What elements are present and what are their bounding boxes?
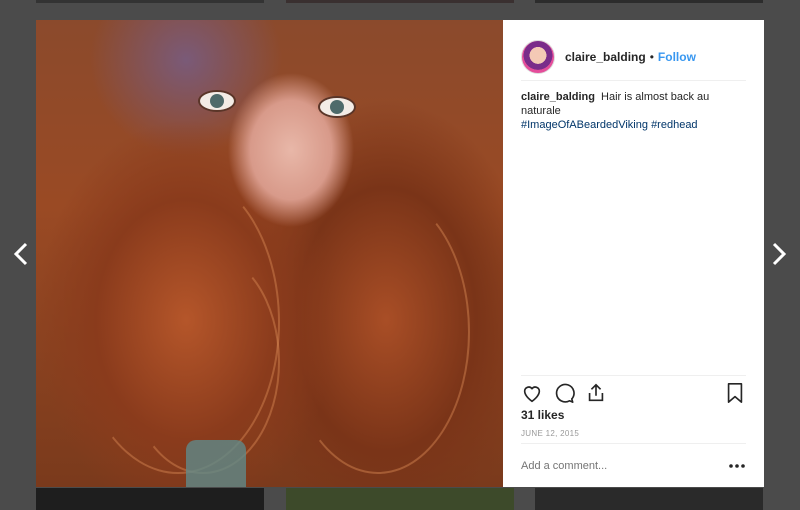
- comment-input[interactable]: [521, 460, 728, 472]
- photo-detail: [318, 96, 356, 118]
- hashtag-link[interactable]: #ImageOfABeardedViking: [521, 119, 648, 131]
- next-post-button[interactable]: [766, 240, 790, 268]
- post-modal: claire_balding • Follow claire_balding H…: [36, 20, 764, 487]
- post-photo[interactable]: [36, 20, 503, 487]
- username-link[interactable]: claire_balding: [565, 50, 646, 64]
- photo-detail: [286, 190, 470, 474]
- post-caption: claire_balding Hair is almost back au na…: [521, 90, 746, 132]
- chevron-right-icon: [772, 242, 787, 266]
- comment-bar: [521, 443, 746, 488]
- post-sidebar: claire_balding • Follow claire_balding H…: [503, 20, 764, 487]
- more-options-icon[interactable]: [728, 462, 746, 470]
- photo-detail: [186, 440, 246, 487]
- chevron-left-icon: [13, 242, 28, 266]
- background-thumbnail: [36, 0, 264, 3]
- caption-username-link[interactable]: claire_balding: [521, 91, 595, 103]
- background-thumbnail: [286, 488, 514, 510]
- heart-icon[interactable]: [521, 382, 543, 404]
- bookmark-icon[interactable]: [724, 382, 746, 404]
- separator-dot: •: [649, 50, 654, 64]
- likes-count[interactable]: 31 likes: [521, 408, 564, 422]
- avatar[interactable]: [521, 40, 555, 74]
- background-thumbnail: [286, 0, 514, 3]
- previous-post-button[interactable]: [10, 240, 34, 268]
- background-thumbnail: [535, 0, 763, 3]
- comment-bubble-icon[interactable]: [553, 382, 575, 404]
- post-actions: [521, 375, 746, 410]
- background-thumbnail: [36, 488, 264, 510]
- follow-button[interactable]: Follow: [658, 50, 696, 64]
- post-date: JUNE 12, 2015: [521, 429, 580, 438]
- hashtag-link[interactable]: #redhead: [651, 119, 698, 131]
- share-icon[interactable]: [585, 382, 607, 404]
- photo-detail: [198, 90, 236, 112]
- post-header: claire_balding • Follow: [521, 34, 746, 81]
- background-thumbnail: [535, 488, 763, 510]
